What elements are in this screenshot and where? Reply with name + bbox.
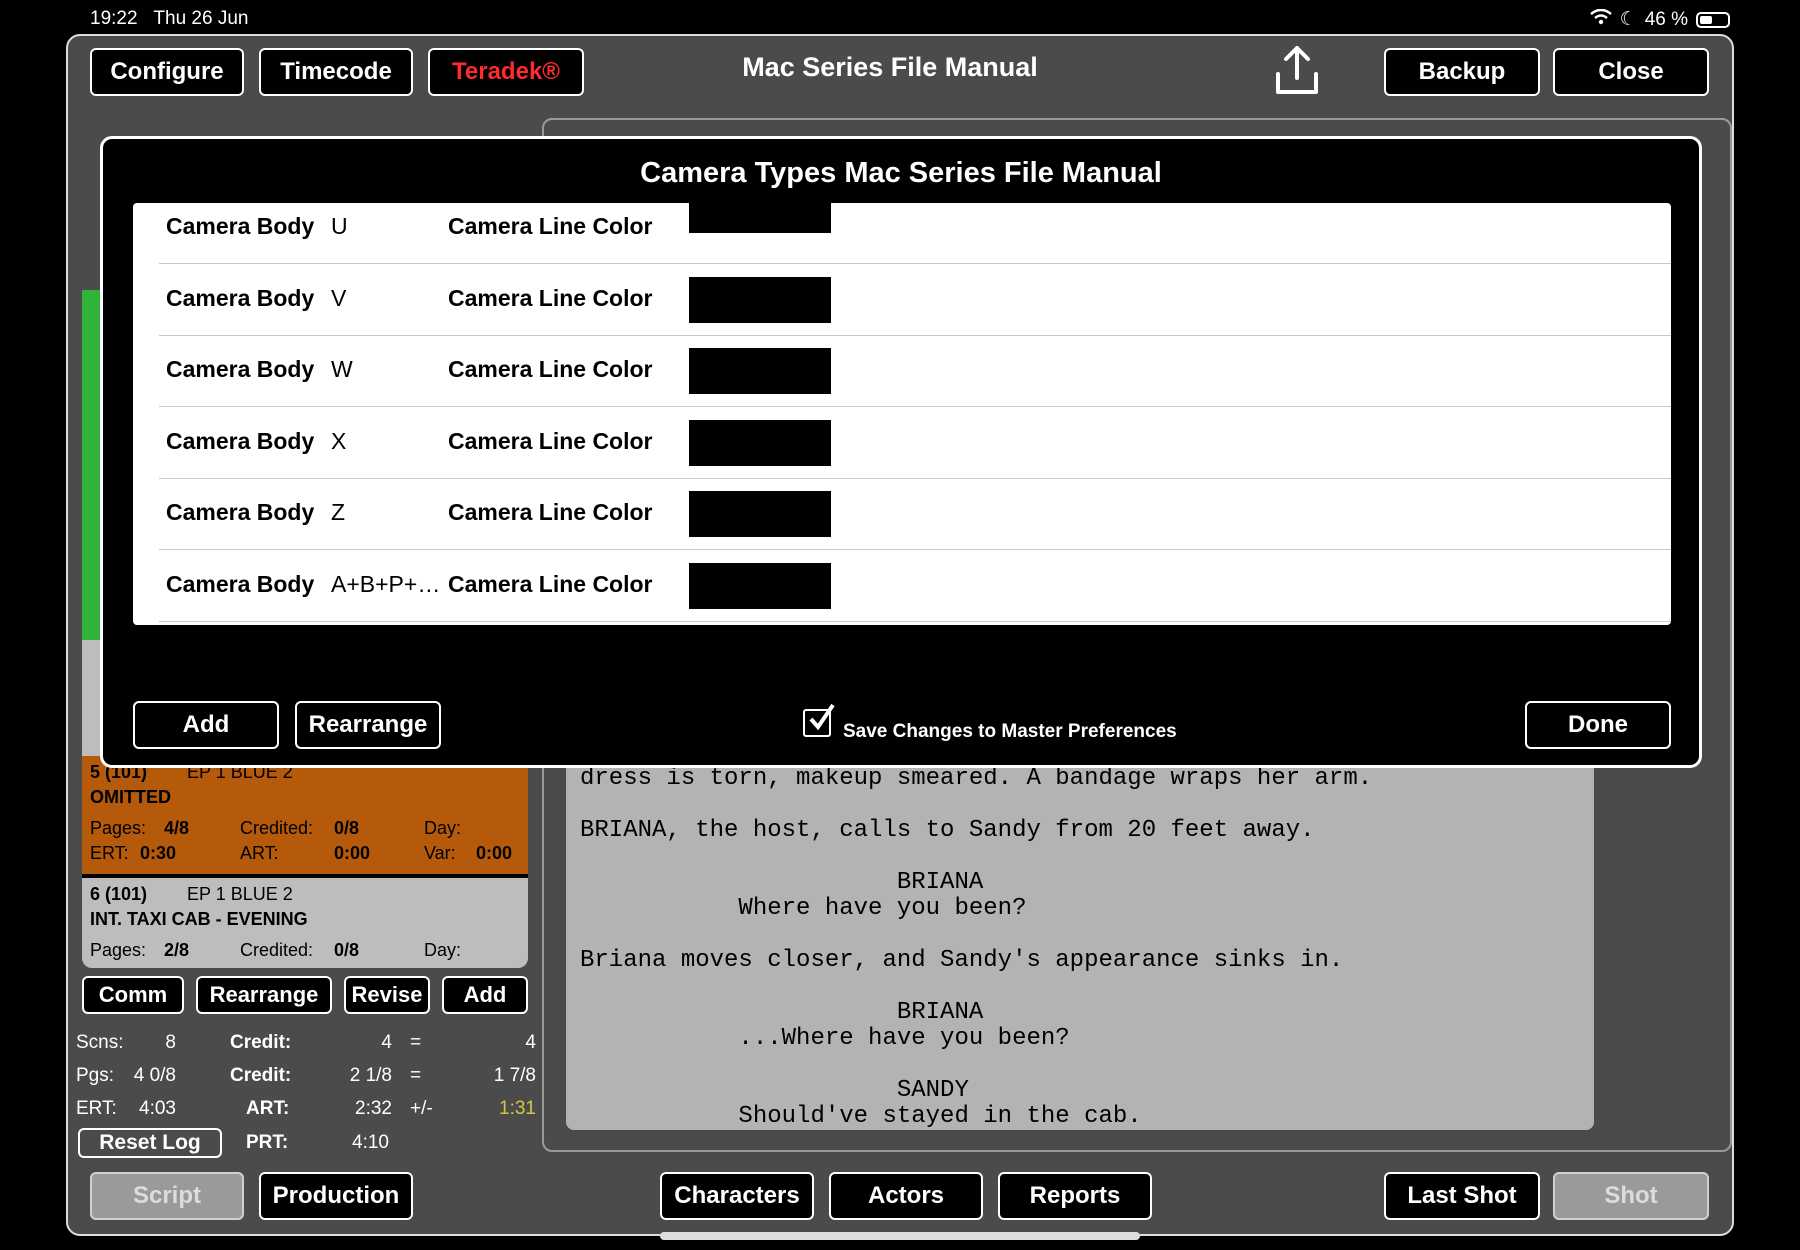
scene-card-5[interactable]: 5 (101) EP 1 BLUE 2 OMITTED Pages: 4/8 Cre…	[82, 756, 528, 874]
backup-button[interactable]: Backup	[1384, 48, 1540, 96]
script-line	[580, 792, 1580, 818]
close-button[interactable]: Close	[1553, 48, 1709, 96]
script-text[interactable]: dress is torn, makeup smeared. A bandage…	[566, 760, 1594, 1130]
color-swatch[interactable]	[689, 563, 831, 609]
save-master-label: Save Changes to Master Preferences	[843, 721, 1177, 742]
scene-card-6[interactable]: 6 (101) EP 1 BLUE 2 INT. TAXI CAB - EVENI…	[82, 878, 528, 968]
teradek-button[interactable]: Teradek®	[428, 48, 584, 96]
color-swatch[interactable]	[689, 491, 831, 538]
color-swatch[interactable]	[689, 203, 831, 233]
script-line: ...Where have you been?	[580, 1025, 1070, 1052]
camera-body-label: Camera Body	[166, 284, 315, 311]
battery-icon	[1696, 11, 1730, 28]
camera-line-color-label: Camera Line Color	[448, 284, 653, 311]
script-line: Where have you been?	[580, 895, 1027, 922]
configure-button[interactable]: Configure	[90, 48, 244, 96]
camera-types-modal: Camera Types Mac Series File Manual Came…	[100, 136, 1702, 768]
camera-body-label: Camera Body	[166, 499, 315, 526]
color-swatch[interactable]	[689, 276, 831, 323]
script-line	[580, 922, 1580, 948]
tab-script[interactable]: Script	[90, 1172, 244, 1220]
scene-add-button[interactable]: Add	[442, 976, 528, 1014]
script-line	[580, 1052, 1580, 1078]
camera-line-color-label: Camera Line Color	[448, 571, 653, 597]
camera-body-value: A+B+P+…	[331, 571, 441, 597]
save-master-checkbox[interactable]	[803, 703, 835, 737]
tab-characters[interactable]: Characters	[660, 1172, 814, 1220]
camera-type-row[interactable]: Camera Body W Camera Line Color	[133, 336, 1671, 408]
camera-body-value: V	[331, 284, 347, 311]
reset-log-button[interactable]: Reset Log	[78, 1128, 222, 1158]
script-line: Briana moves closer, and Sandy's appeara…	[580, 947, 1344, 974]
camera-body-label: Camera Body	[166, 571, 315, 597]
camera-body-label: Camera Body	[166, 356, 315, 383]
comm-button[interactable]: Comm	[82, 976, 184, 1014]
script-line	[580, 844, 1580, 870]
script-line: BRIANA	[580, 869, 984, 896]
revise-button[interactable]: Revise	[344, 976, 430, 1014]
status-right: ☾ 46 %	[1589, 8, 1730, 31]
script-line: Should've stayed in the cab.	[580, 1103, 1142, 1130]
color-swatch[interactable]	[689, 348, 831, 395]
status-time: 19:22 Thu 26 Jun	[90, 8, 249, 29]
tab-actors[interactable]: Actors	[829, 1172, 983, 1220]
camera-body-value: X	[331, 427, 347, 454]
camera-line-color-label: Camera Line Color	[448, 356, 653, 383]
wifi-icon	[1589, 8, 1612, 31]
camera-type-row[interactable]: Camera Body X Camera Line Color	[133, 408, 1671, 479]
prt-value: 4:10	[352, 1132, 389, 1153]
color-swatch[interactable]	[689, 419, 831, 466]
camera-type-row[interactable]: Camera BodyABCamera Line Color	[133, 623, 1671, 625]
prt-label: PRT:	[246, 1132, 289, 1153]
done-button[interactable]: Done	[1525, 701, 1671, 749]
camera-body-label: Camera Body	[166, 427, 315, 454]
checkmark-icon	[809, 703, 835, 731]
timecode-button[interactable]: Timecode	[259, 48, 413, 96]
tab-reports[interactable]: Reports	[998, 1172, 1152, 1220]
script-line	[580, 974, 1580, 1000]
modal-title: Camera Types Mac Series File Manual	[640, 157, 1162, 189]
camera-body-value: U	[331, 213, 348, 239]
modal-add-button[interactable]: Add	[133, 701, 279, 749]
camera-types-list[interactable]: Camera Body U Camera Line Color Camera Body…	[133, 203, 1671, 625]
script-line: dress is torn, makeup smeared. A bandage…	[580, 765, 1373, 792]
home-indicator	[660, 1232, 1140, 1240]
camera-type-row[interactable]: Camera Body Z Camera Line Color	[133, 479, 1671, 551]
moon-icon: ☾	[1619, 9, 1637, 30]
camera-body-value: Z	[331, 499, 346, 526]
camera-line-color-label: Camera Line Color	[448, 427, 653, 454]
camera-line-color-label: Camera Line Color	[448, 499, 653, 526]
battery-percent: 46 %	[1644, 8, 1688, 30]
shot-button[interactable]: Shot	[1553, 1172, 1709, 1220]
camera-type-row[interactable]: Camera Body A+B+P+… Camera Line Color	[133, 551, 1671, 622]
status-bar: 19:22 Thu 26 Jun ☾ 46 %	[0, 0, 1800, 36]
modal-rearrange-button[interactable]: Rearrange	[295, 701, 441, 749]
share-icon[interactable]	[1274, 44, 1320, 101]
script-line: BRIANA	[580, 999, 984, 1026]
camera-body-value: W	[331, 356, 353, 383]
camera-type-row[interactable]: Camera Body U Camera Line Color	[133, 203, 1671, 264]
page-title: Mac Series File Manual	[742, 52, 1038, 82]
scene-rearrange-button[interactable]: Rearrange	[196, 976, 332, 1014]
script-line: BRIANA, the host, calls to Sandy from 20…	[580, 817, 1315, 844]
stats-panel: Scns: 8 Credit: 4 = 4 Pgs: 4 0/8 Credit: 2 1/…	[76, 1032, 536, 1119]
script-line: SANDY	[580, 1077, 969, 1104]
last-shot-button[interactable]: Last Shot	[1384, 1172, 1540, 1220]
camera-type-row[interactable]: Camera Body V Camera Line Color	[133, 265, 1671, 336]
camera-body-label: Camera Body	[166, 213, 315, 239]
camera-line-color-label: Camera Line Color	[448, 213, 653, 239]
tab-production[interactable]: Production	[259, 1172, 413, 1220]
